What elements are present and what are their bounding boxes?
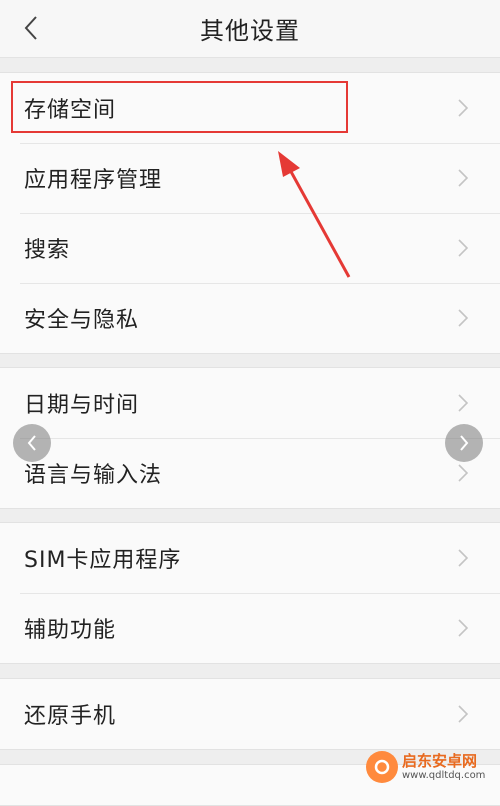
annotation-arrow-icon xyxy=(278,151,351,278)
chevron-right-icon xyxy=(460,435,469,451)
watermark-url: www.qdltdq.com xyxy=(402,769,486,781)
chevron-left-icon xyxy=(27,435,36,451)
watermark: 启东安卓网 www.qdltdq.com xyxy=(366,747,494,787)
prev-image-button[interactable] xyxy=(13,424,51,462)
watermark-logo-icon xyxy=(366,751,398,783)
watermark-title: 启东安卓网 xyxy=(402,752,478,771)
next-image-button[interactable] xyxy=(445,424,483,462)
